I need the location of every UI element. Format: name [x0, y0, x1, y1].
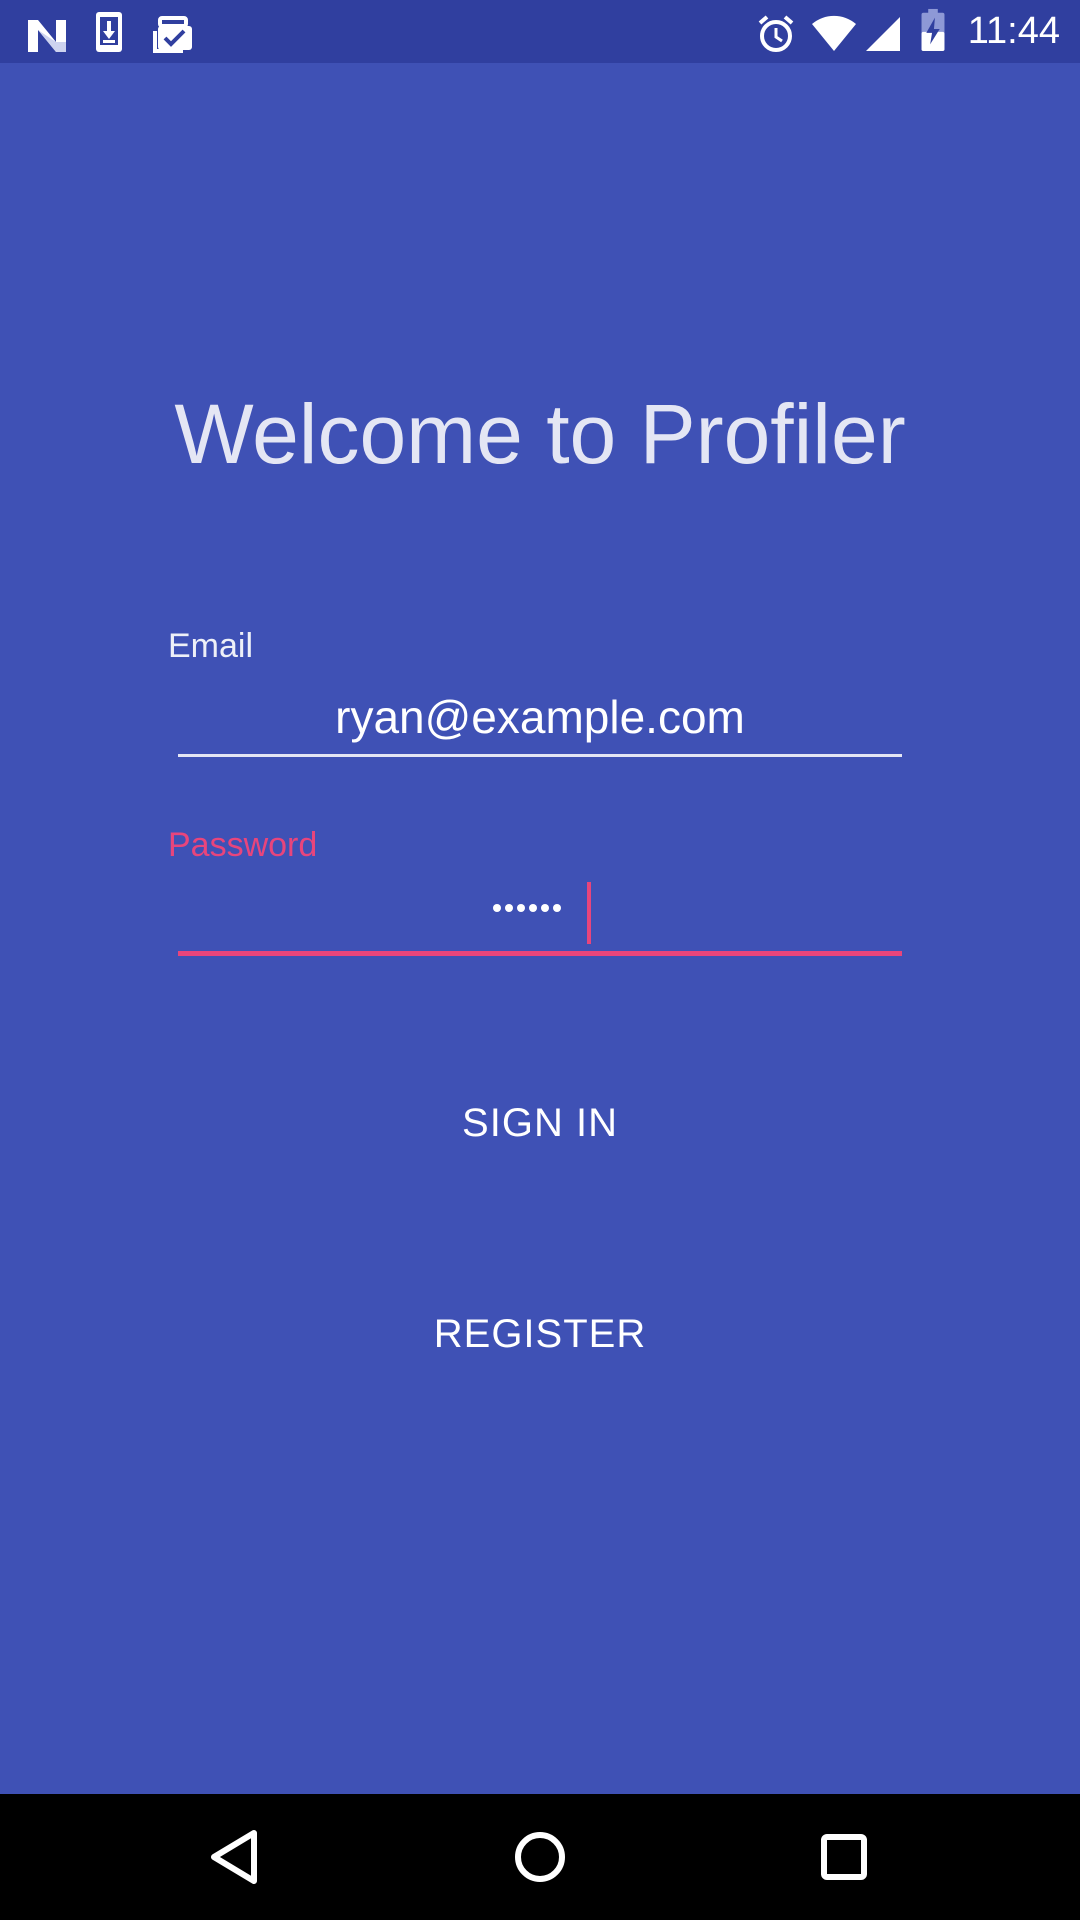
wifi-icon [812, 15, 856, 51]
login-screen [0, 63, 1080, 1794]
status-bar: 11:44 [0, 0, 1080, 63]
navigation-bar [0, 1794, 1080, 1920]
home-icon[interactable] [508, 1825, 572, 1889]
password-mask-dot [517, 904, 525, 912]
alarm-icon [758, 15, 794, 52]
email-label: Email [168, 627, 254, 665]
password-mask-dot [493, 904, 501, 912]
download-phone-icon [96, 12, 122, 52]
sign-in-button[interactable]: SIGN IN [340, 1075, 740, 1171]
password-mask-dot [529, 904, 537, 912]
n-logo-icon [28, 20, 66, 52]
text-cursor [587, 882, 591, 944]
welcome-title: Welcome to Profiler [174, 387, 906, 481]
email-underline [178, 754, 902, 757]
password-mask-dot [553, 904, 561, 912]
register-button[interactable]: REGISTER [340, 1286, 740, 1382]
cell-signal-icon [866, 17, 900, 51]
back-icon[interactable] [204, 1825, 268, 1889]
password-mask-dot [541, 904, 549, 912]
password-mask-dot [505, 904, 513, 912]
status-time: 11:44 [967, 10, 1060, 52]
recents-icon[interactable] [812, 1825, 876, 1889]
email-field[interactable]: ryan@example.com [178, 689, 902, 745]
password-underline [178, 951, 902, 956]
password-field[interactable] [493, 896, 561, 920]
password-label: Password [168, 826, 318, 864]
battery-charging-icon [921, 8, 945, 52]
briefcase-check-icon [153, 16, 192, 53]
